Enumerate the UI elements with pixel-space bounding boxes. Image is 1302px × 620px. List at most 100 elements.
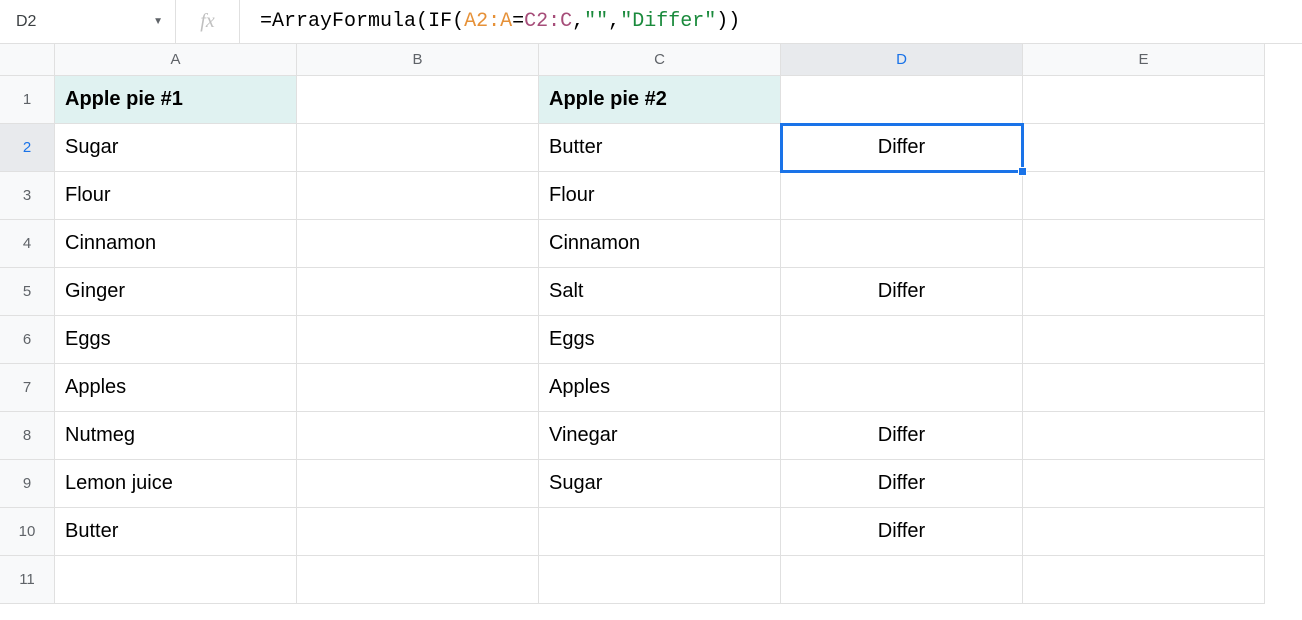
table-row: 1Apple pie #1 Apple pie #2: [0, 76, 1302, 124]
column-header-D[interactable]: D: [781, 44, 1023, 76]
cell-B2[interactable]: [297, 124, 539, 172]
formula-close2: ): [716, 10, 728, 33]
cell-D4[interactable]: [781, 220, 1023, 268]
cell-A2[interactable]: Sugar: [55, 124, 297, 172]
cell-B9[interactable]: [297, 460, 539, 508]
row-header-5[interactable]: 5: [0, 268, 55, 316]
formula-fn-arrayformula: ArrayFormula: [272, 10, 416, 33]
cell-A1[interactable]: Apple pie #1: [55, 76, 297, 124]
cell-D8[interactable]: Differ: [781, 412, 1023, 460]
cell-A4[interactable]: Cinnamon: [55, 220, 297, 268]
cell-D5[interactable]: Differ: [781, 268, 1023, 316]
column-header-C[interactable]: C: [539, 44, 781, 76]
formula-string-differ: "Differ": [620, 10, 716, 33]
formula-eq: =: [260, 10, 272, 33]
cell-D3[interactable]: [781, 172, 1023, 220]
column-header-B[interactable]: B: [297, 44, 539, 76]
row-header-8[interactable]: 8: [0, 412, 55, 460]
row-header-9[interactable]: 9: [0, 460, 55, 508]
cell-C8[interactable]: Vinegar: [539, 412, 781, 460]
cell-C10[interactable]: [539, 508, 781, 556]
formula-open2: (: [452, 10, 464, 33]
cell-A3[interactable]: Flour: [55, 172, 297, 220]
cell-B8[interactable]: [297, 412, 539, 460]
cell-A5[interactable]: Ginger: [55, 268, 297, 316]
column-headers-row: ABCDE: [0, 44, 1302, 76]
row-header-10[interactable]: 10: [0, 508, 55, 556]
cell-D6[interactable]: [781, 316, 1023, 364]
formula-comma2: ,: [608, 10, 620, 33]
formula-string-empty: "": [584, 10, 608, 33]
fx-icon: fx: [176, 0, 240, 43]
column-header-A[interactable]: A: [55, 44, 297, 76]
column-header-E[interactable]: E: [1023, 44, 1265, 76]
cell-B11[interactable]: [297, 556, 539, 604]
cell-C9[interactable]: Sugar: [539, 460, 781, 508]
cell-E9[interactable]: [1023, 460, 1265, 508]
cell-B5[interactable]: [297, 268, 539, 316]
cell-B1[interactable]: [297, 76, 539, 124]
formula-bar: D2 ▼ fx =ArrayFormula(IF(A2:A=C2:C,"","D…: [0, 0, 1302, 44]
table-row: 10Butter Differ: [0, 508, 1302, 556]
selection-fill-handle[interactable]: [1018, 167, 1027, 176]
formula-fn-if: IF: [428, 10, 452, 33]
cell-E10[interactable]: [1023, 508, 1265, 556]
cell-D10[interactable]: Differ: [781, 508, 1023, 556]
cell-E7[interactable]: [1023, 364, 1265, 412]
cell-C2[interactable]: Butter: [539, 124, 781, 172]
cell-C1[interactable]: Apple pie #2: [539, 76, 781, 124]
row-header-3[interactable]: 3: [0, 172, 55, 220]
name-box[interactable]: D2 ▼: [0, 0, 176, 43]
cell-C11[interactable]: [539, 556, 781, 604]
cell-E11[interactable]: [1023, 556, 1265, 604]
cell-D9[interactable]: Differ: [781, 460, 1023, 508]
row-header-7[interactable]: 7: [0, 364, 55, 412]
table-row: 6EggsEggs: [0, 316, 1302, 364]
cell-A9[interactable]: Lemon juice: [55, 460, 297, 508]
row-header-1[interactable]: 1: [0, 76, 55, 124]
cell-B6[interactable]: [297, 316, 539, 364]
cell-C7[interactable]: Apples: [539, 364, 781, 412]
formula-comma1: ,: [572, 10, 584, 33]
cell-A6[interactable]: Eggs: [55, 316, 297, 364]
formula-range-c: C2:C: [524, 10, 572, 33]
table-row: 9Lemon juice SugarDiffer: [0, 460, 1302, 508]
formula-close1: ): [728, 10, 740, 33]
cell-A10[interactable]: Butter: [55, 508, 297, 556]
cell-C3[interactable]: Flour: [539, 172, 781, 220]
table-row: 4CinnamonCinnamon: [0, 220, 1302, 268]
cell-E6[interactable]: [1023, 316, 1265, 364]
row-header-11[interactable]: 11: [0, 556, 55, 604]
cell-D2[interactable]: Differ: [781, 124, 1023, 172]
cell-D1[interactable]: [781, 76, 1023, 124]
cell-B7[interactable]: [297, 364, 539, 412]
spreadsheet-grid: ABCDE 1Apple pie #1Apple pie #22SugarBut…: [0, 44, 1302, 604]
cell-B10[interactable]: [297, 508, 539, 556]
cell-C6[interactable]: Eggs: [539, 316, 781, 364]
cell-E4[interactable]: [1023, 220, 1265, 268]
row-header-2[interactable]: 2: [0, 124, 55, 172]
cell-E2[interactable]: [1023, 124, 1265, 172]
cell-D7[interactable]: [781, 364, 1023, 412]
select-all-corner[interactable]: [0, 44, 55, 76]
row-header-4[interactable]: 4: [0, 220, 55, 268]
cell-E5[interactable]: [1023, 268, 1265, 316]
cell-A11[interactable]: [55, 556, 297, 604]
cell-B4[interactable]: [297, 220, 539, 268]
formula-compare-eq: =: [512, 10, 524, 33]
cell-D11[interactable]: [781, 556, 1023, 604]
cell-E8[interactable]: [1023, 412, 1265, 460]
cell-C5[interactable]: Salt: [539, 268, 781, 316]
formula-open1: (: [416, 10, 428, 33]
cell-C4[interactable]: Cinnamon: [539, 220, 781, 268]
cell-E1[interactable]: [1023, 76, 1265, 124]
row-header-6[interactable]: 6: [0, 316, 55, 364]
cell-A8[interactable]: Nutmeg: [55, 412, 297, 460]
cell-E3[interactable]: [1023, 172, 1265, 220]
table-row: 2Sugar ButterDiffer: [0, 124, 1302, 172]
name-box-dropdown-icon[interactable]: ▼: [153, 16, 163, 27]
cell-A7[interactable]: Apples: [55, 364, 297, 412]
formula-range-a: A2:A: [464, 10, 512, 33]
formula-input[interactable]: =ArrayFormula(IF(A2:A=C2:C,"","Differ")): [240, 0, 1302, 43]
cell-B3[interactable]: [297, 172, 539, 220]
